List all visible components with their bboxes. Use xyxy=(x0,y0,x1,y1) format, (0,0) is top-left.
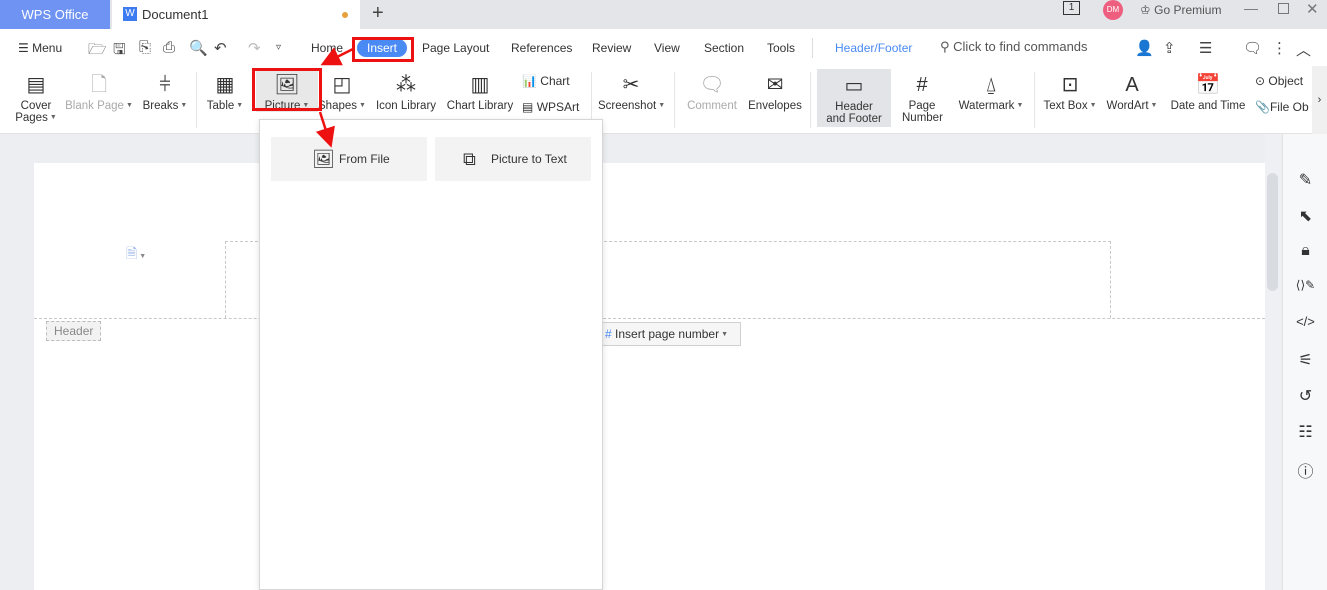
arrow-to-from-file xyxy=(315,111,335,148)
annotation-arrows xyxy=(315,47,354,148)
arrow-to-picture xyxy=(320,47,354,66)
